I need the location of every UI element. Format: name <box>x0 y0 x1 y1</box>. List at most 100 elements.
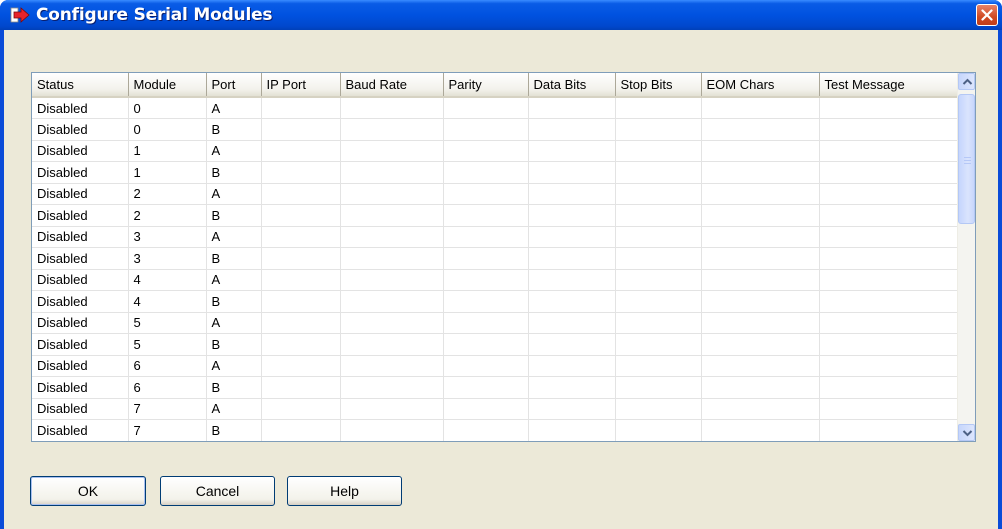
table-cell[interactable]: Disabled <box>32 226 129 248</box>
help-button[interactable]: Help <box>287 476 402 506</box>
table-cell[interactable] <box>528 290 616 313</box>
table-cell[interactable] <box>443 269 529 291</box>
table-cell[interactable]: Disabled <box>32 419 129 441</box>
table-cell[interactable] <box>261 183 341 205</box>
table-cell[interactable] <box>528 333 616 356</box>
table-cell[interactable] <box>340 247 444 270</box>
table-cell[interactable]: A <box>206 269 262 291</box>
table-cell[interactable] <box>701 398 820 420</box>
table-cell[interactable] <box>819 290 960 313</box>
table-row[interactable]: Disabled 6 B <box>32 376 960 399</box>
close-button[interactable] <box>976 4 998 26</box>
table-cell[interactable] <box>615 204 702 227</box>
table-row[interactable]: Disabled 4 B <box>32 290 960 313</box>
ok-button[interactable]: OK <box>30 476 146 506</box>
table-cell[interactable]: 7 <box>128 419 207 441</box>
table-cell[interactable] <box>819 226 960 248</box>
table-cell[interactable] <box>615 398 702 420</box>
table-cell[interactable]: Disabled <box>32 204 129 227</box>
table-cell[interactable] <box>819 140 960 162</box>
table-cell[interactable] <box>615 290 702 313</box>
table-cell[interactable] <box>528 269 616 291</box>
column-header-test-message[interactable]: Test Message <box>819 73 960 98</box>
table-cell[interactable] <box>340 355 444 377</box>
table-cell[interactable] <box>701 161 820 184</box>
title-bar[interactable]: Configure Serial Modules <box>0 0 1002 30</box>
table-cell[interactable] <box>443 333 529 356</box>
table-cell[interactable] <box>701 140 820 162</box>
table-cell[interactable] <box>443 312 529 334</box>
table-cell[interactable] <box>443 140 529 162</box>
column-header-port[interactable]: Port <box>206 73 262 98</box>
table-cell[interactable] <box>443 183 529 205</box>
table-cell[interactable] <box>528 247 616 270</box>
table-cell[interactable]: 2 <box>128 204 207 227</box>
table-cell[interactable] <box>819 247 960 270</box>
table-cell[interactable] <box>819 183 960 205</box>
table-cell[interactable] <box>528 312 616 334</box>
table-cell[interactable] <box>819 161 960 184</box>
table-cell[interactable] <box>261 140 341 162</box>
table-cell[interactable]: 6 <box>128 355 207 377</box>
table-cell[interactable]: Disabled <box>32 312 129 334</box>
table-cell[interactable] <box>340 183 444 205</box>
table-cell[interactable] <box>701 226 820 248</box>
table-cell[interactable] <box>528 204 616 227</box>
table-cell[interactable] <box>819 312 960 334</box>
table-cell[interactable] <box>261 398 341 420</box>
table-cell[interactable] <box>819 97 960 119</box>
table-row[interactable]: Disabled 0 A <box>32 97 960 119</box>
table-cell[interactable] <box>340 398 444 420</box>
scroll-down-button[interactable] <box>958 424 975 441</box>
table-row[interactable]: Disabled 0 B <box>32 118 960 141</box>
table-cell[interactable] <box>261 226 341 248</box>
table-cell[interactable] <box>261 333 341 356</box>
table-cell[interactable] <box>528 140 616 162</box>
table-cell[interactable] <box>615 183 702 205</box>
table-cell[interactable] <box>528 97 616 119</box>
table-cell[interactable] <box>261 247 341 270</box>
table-cell[interactable]: Disabled <box>32 247 129 270</box>
table-cell[interactable]: B <box>206 161 262 184</box>
table-cell[interactable] <box>340 333 444 356</box>
table-cell[interactable]: Disabled <box>32 140 129 162</box>
table-cell[interactable]: Disabled <box>32 355 129 377</box>
table-cell[interactable] <box>261 419 341 441</box>
table-cell[interactable]: Disabled <box>32 183 129 205</box>
table-cell[interactable]: B <box>206 419 262 441</box>
table-cell[interactable] <box>443 161 529 184</box>
vertical-scrollbar[interactable] <box>957 73 975 441</box>
table-cell[interactable] <box>443 204 529 227</box>
table-cell[interactable] <box>615 226 702 248</box>
table-cell[interactable] <box>701 97 820 119</box>
table-row[interactable]: Disabled 5 B <box>32 333 960 356</box>
table-cell[interactable] <box>528 376 616 399</box>
table-cell[interactable] <box>340 312 444 334</box>
table-row[interactable]: Disabled 5 A <box>32 312 960 334</box>
table-cell[interactable] <box>443 118 529 141</box>
table-cell[interactable] <box>528 161 616 184</box>
column-header-parity[interactable]: Parity <box>443 73 529 98</box>
table-cell[interactable] <box>615 419 702 441</box>
table-cell[interactable] <box>261 161 341 184</box>
table-cell[interactable]: A <box>206 355 262 377</box>
table-cell[interactable] <box>701 247 820 270</box>
column-header-ip-port[interactable]: IP Port <box>261 73 341 98</box>
table-cell[interactable] <box>340 376 444 399</box>
table-cell[interactable] <box>261 204 341 227</box>
table-cell[interactable] <box>528 118 616 141</box>
table-cell[interactable]: B <box>206 118 262 141</box>
scroll-up-button[interactable] <box>958 73 975 90</box>
table-cell[interactable] <box>528 355 616 377</box>
table-cell[interactable] <box>443 398 529 420</box>
table-cell[interactable] <box>615 161 702 184</box>
table-cell[interactable]: A <box>206 97 262 119</box>
table-cell[interactable]: 4 <box>128 290 207 313</box>
table-cell[interactable] <box>615 269 702 291</box>
table-cell[interactable] <box>340 97 444 119</box>
table-cell[interactable] <box>701 333 820 356</box>
table-cell[interactable]: B <box>206 204 262 227</box>
table-cell[interactable]: Disabled <box>32 161 129 184</box>
table-cell[interactable]: A <box>206 140 262 162</box>
table-cell[interactable] <box>528 419 616 441</box>
